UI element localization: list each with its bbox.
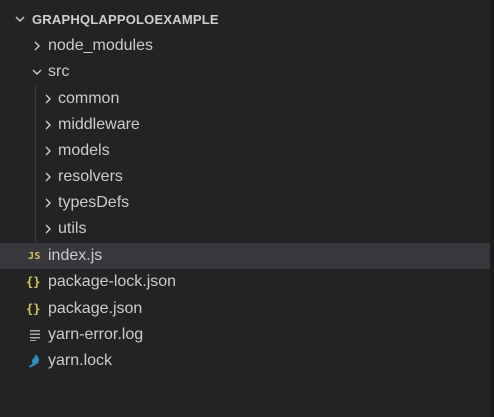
tree-item-label: index.js	[48, 247, 103, 264]
tree-item-label: package-lock.json	[48, 273, 177, 290]
explorer-section-header[interactable]: GRAPHQLAPPOLOEXAMPLE	[0, 6, 494, 32]
tree-item-models[interactable]: models	[0, 138, 494, 164]
chevron-right-icon	[41, 196, 55, 210]
chevron-right-icon	[41, 144, 55, 158]
tree-item-yarn-lock[interactable]: yarn.lock	[0, 348, 494, 374]
tree-item-common[interactable]: common	[0, 86, 494, 112]
tree-item-index-js[interactable]: JS index.js	[0, 243, 494, 269]
tree-item-middleware[interactable]: middleware	[0, 112, 494, 138]
yarn-file-icon	[28, 353, 48, 369]
tree-item-label: middleware	[58, 116, 140, 133]
sash-resize-handle[interactable]	[490, 0, 494, 417]
tree-item-label: resolvers	[58, 168, 123, 185]
tree-item-label: package.json	[48, 300, 143, 317]
js-file-icon: JS	[28, 250, 41, 262]
tree-item-package-json[interactable]: {} package.json	[0, 296, 494, 322]
chevron-down-icon	[12, 11, 28, 27]
tree-item-label: src	[48, 63, 70, 80]
json-file-icon: {}	[26, 275, 41, 289]
chevron-right-icon	[41, 222, 55, 236]
tree-item-package-lock-json[interactable]: {} package-lock.json	[0, 269, 494, 295]
chevron-right-icon	[41, 92, 55, 106]
project-title: GRAPHQLAPPOLOEXAMPLE	[32, 11, 219, 27]
tree-item-utils[interactable]: utils	[0, 216, 494, 242]
log-file-icon	[30, 329, 48, 341]
tree-item-label: node_modules	[48, 37, 153, 54]
tree-item-resolvers[interactable]: resolvers	[0, 164, 494, 190]
tree-item-node-modules[interactable]: node_modules	[0, 33, 494, 59]
tree-item-typesdefs[interactable]: typesDefs	[0, 190, 494, 216]
tree-item-src[interactable]: src	[0, 59, 494, 85]
chevron-right-icon	[41, 118, 55, 132]
chevron-down-icon	[30, 65, 44, 79]
tree-item-label: typesDefs	[58, 194, 130, 211]
chevron-right-icon	[41, 170, 55, 184]
tree-item-label: yarn.lock	[48, 352, 113, 369]
tree-item-label: yarn-error.log	[48, 326, 144, 343]
json-file-icon: {}	[26, 302, 41, 316]
tree-item-label: common	[58, 90, 120, 107]
tree-item-label: models	[58, 142, 110, 159]
chevron-right-icon	[30, 39, 44, 53]
tree-item-label: utils	[58, 220, 87, 237]
explorer-panel: GRAPHQLAPPOLOEXAMPLE node_modules src co…	[0, 0, 494, 417]
tree-item-yarn-error-log[interactable]: yarn-error.log	[0, 322, 494, 348]
